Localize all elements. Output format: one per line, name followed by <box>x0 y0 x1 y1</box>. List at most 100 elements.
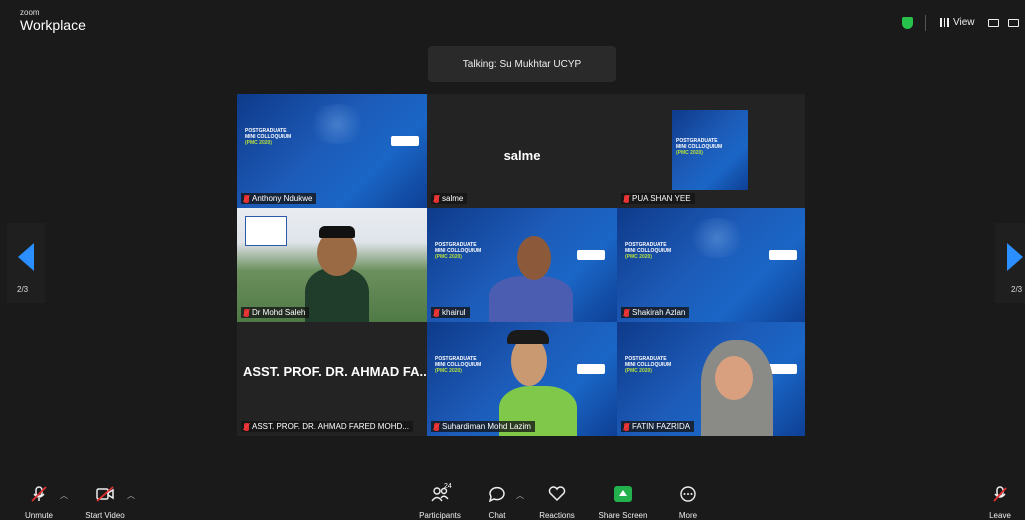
view-label: View <box>953 17 975 28</box>
minimize-window-icon[interactable] <box>988 19 999 27</box>
participants-icon: 24 <box>425 483 455 502</box>
participant-tile[interactable]: POSTGRADUATE MINI COLLOQUIUM (PMC 2020) … <box>427 322 617 436</box>
video-off-icon <box>95 486 115 502</box>
participant-tile[interactable]: POSTGRADUATE MINI COLLOQUIUM (PMC 2020) … <box>617 208 805 322</box>
app-brand: zoom Workplace <box>20 8 86 33</box>
muted-mic-icon <box>624 194 629 203</box>
participant-face <box>715 356 753 400</box>
muted-mic-icon <box>624 308 629 317</box>
participant-tile[interactable]: Dr Mohd Saleh <box>237 208 427 322</box>
shared-slide-thumbnail: POSTGRADUATE MINI COLLOQUIUM (PMC 2020) <box>672 110 748 190</box>
talking-text: Talking: Su Mukhtar UCYP <box>462 58 582 70</box>
participant-name: khairul <box>442 308 466 317</box>
slide-graphic <box>307 104 367 144</box>
muted-mic-icon <box>434 308 439 317</box>
chat-icon <box>487 486 507 503</box>
participant-tile[interactable]: salme salme <box>427 94 617 208</box>
participant-tile[interactable]: ASST. PROF. DR. AHMAD FA... ASST. PROF. … <box>237 322 427 436</box>
participant-tile[interactable]: POSTGRADUATE MINI COLLOQUIUM (PMC 2020) … <box>617 94 805 208</box>
participant-tile[interactable]: POSTGRADUATE MINI COLLOQUIUM (PMC 2020) … <box>427 208 617 322</box>
page-indicator-right: 2/3 <box>1011 285 1023 294</box>
participant-name: ASST. PROF. DR. AHMAD FARED MOHD... <box>252 422 409 431</box>
slide-line: (PMC 2020) <box>625 254 652 260</box>
participant-name-label: Suhardiman Mohd Lazim <box>431 421 535 432</box>
ucyp-logo <box>769 250 797 260</box>
leave-button[interactable]: Leave <box>975 478 1025 520</box>
participant-name-label: FATIN FAZRIDA <box>621 421 695 432</box>
participant-name: Suhardiman Mohd Lazim <box>442 422 531 431</box>
ucyp-logo <box>577 364 605 374</box>
brand-small: zoom <box>20 8 40 17</box>
view-button[interactable]: View <box>940 17 975 28</box>
participant-display-name: ASST. PROF. DR. AHMAD FA... <box>243 364 427 379</box>
slide-text: POSTGRADUATE MINI COLLOQUIUM (PMC 2020) <box>625 242 671 260</box>
muted-mic-icon <box>244 194 249 203</box>
reactions-button[interactable]: Reactions <box>522 478 592 520</box>
muted-mic-icon <box>434 194 439 203</box>
slide-line: (PMC 2020) <box>625 368 652 374</box>
muted-mic-icon <box>624 422 629 431</box>
slide-text: POSTGRADUATE MINI COLLOQUIUM (PMC 2020) <box>435 242 481 260</box>
slide-graphic <box>687 218 747 258</box>
muted-mic-icon <box>434 422 439 431</box>
talking-indicator: Talking: Su Mukhtar UCYP <box>428 46 616 82</box>
participants-count: 24 <box>444 483 452 490</box>
more-icon <box>678 486 698 502</box>
participant-name-label: Anthony Ndukwe <box>241 193 317 204</box>
participant-name-label: ASST. PROF. DR. AHMAD FARED MOHD... <box>241 421 413 432</box>
participant-name-label: Dr Mohd Saleh <box>241 307 310 318</box>
participant-name-label: Shakirah Azlan <box>621 307 690 318</box>
video-gallery: POSTGRADUATE MINI COLLOQUIUM (PMC 2020) … <box>237 94 805 436</box>
audio-options-caret-icon[interactable]: ︿ <box>60 490 68 501</box>
participant-name: Dr Mohd Saleh <box>252 308 306 317</box>
participant-name: FATIN FAZRIDA <box>632 422 691 431</box>
ucyp-banner-logo <box>245 216 287 246</box>
arrow-left-icon <box>18 243 34 271</box>
participant-display-name: salme <box>503 148 541 163</box>
previous-page-button[interactable]: 2/3 <box>7 223 45 303</box>
participant-name-label: salme <box>431 193 468 204</box>
page-indicator-left: 2/3 <box>17 285 29 294</box>
participant-tile[interactable]: POSTGRADUATE MINI COLLOQUIUM (PMC 2020) … <box>237 94 427 208</box>
slide-line: (PMC 2020) <box>676 150 703 156</box>
heart-icon <box>547 486 567 502</box>
participant-name: salme <box>442 194 464 203</box>
next-page-button[interactable]: 2/3 <box>995 223 1025 303</box>
slide-text: POSTGRADUATE MINI COLLOQUIUM (PMC 2020) <box>245 128 291 146</box>
participant-tile[interactable]: POSTGRADUATE MINI COLLOQUIUM (PMC 2020) … <box>617 322 805 436</box>
leave-icon <box>990 486 1010 502</box>
security-shield-icon[interactable] <box>902 17 913 29</box>
participant-name: Shakirah Azlan <box>632 308 686 317</box>
participant-name-label: khairul <box>431 307 470 318</box>
share-screen-button[interactable]: Share Screen <box>588 478 658 520</box>
slide-line: (PMC 2020) <box>435 368 462 374</box>
participant-face <box>517 236 551 280</box>
brand-title: Workplace <box>20 17 86 33</box>
participant-name: PUA SHAN YEE <box>632 194 691 203</box>
participant-video <box>305 268 369 322</box>
participant-name-label: PUA SHAN YEE <box>621 193 695 204</box>
share-screen-icon <box>614 486 632 502</box>
meeting-toolbar: Unmute ︿ Start Video ︿ 24 Participants C… <box>0 478 1025 520</box>
slide-line: (PMC 2020) <box>245 140 272 146</box>
participant-cap <box>319 226 355 238</box>
fullscreen-icon[interactable] <box>1008 19 1019 27</box>
top-bar: zoom Workplace View <box>0 0 1025 44</box>
participant-cap <box>507 330 549 344</box>
ucyp-logo <box>391 136 419 146</box>
participant-name: Anthony Ndukwe <box>252 194 313 203</box>
participant-video <box>489 276 573 322</box>
slide-text: POSTGRADUATE MINI COLLOQUIUM (PMC 2020) <box>676 138 722 156</box>
muted-mic-icon <box>244 422 249 431</box>
ucyp-logo <box>769 364 797 374</box>
ucyp-logo <box>577 250 605 260</box>
muted-mic-icon <box>29 486 49 502</box>
grid-view-icon <box>940 18 949 27</box>
muted-mic-icon <box>244 308 249 317</box>
arrow-right-icon <box>1007 243 1023 271</box>
video-options-caret-icon[interactable]: ︿ <box>127 490 135 501</box>
slide-text: POSTGRADUATE MINI COLLOQUIUM (PMC 2020) <box>625 356 671 374</box>
slide-line: (PMC 2020) <box>435 254 462 260</box>
more-button[interactable]: More <box>653 478 723 520</box>
slide-text: POSTGRADUATE MINI COLLOQUIUM (PMC 2020) <box>435 356 481 374</box>
